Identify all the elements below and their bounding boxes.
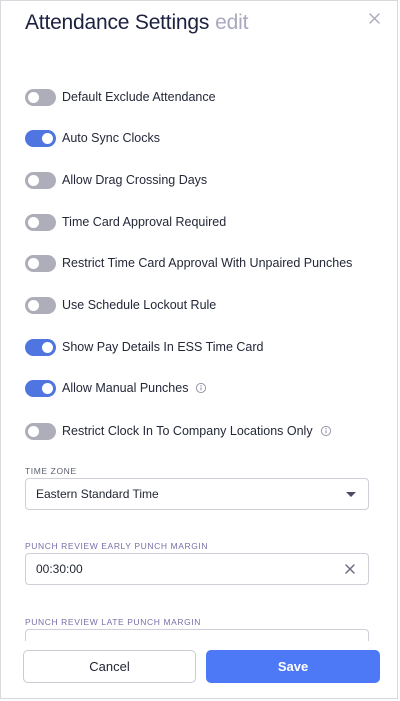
setting-row: Show Pay Details In ESS Time Card: [25, 337, 263, 357]
info-icon[interactable]: [195, 382, 207, 394]
early-margin-label: PUNCH REVIEW EARLY PUNCH MARGIN: [25, 541, 209, 551]
toggle-switch[interactable]: [25, 338, 56, 356]
toggle-knob: [28, 174, 39, 186]
setting-label: Allow Drag Crossing Days: [62, 173, 208, 187]
early-margin-value: 00:30:00: [36, 562, 83, 576]
setting-label: Allow Manual Punches: [62, 381, 189, 395]
toggle-knob: [42, 132, 53, 144]
setting-row: Restrict Time Card Approval With Unpaire…: [25, 253, 352, 273]
toggle-switch[interactable]: [25, 422, 56, 440]
dialog-title-text: Attendance Settings: [25, 11, 210, 34]
setting-label: Auto Sync Clocks: [62, 131, 160, 145]
attendance-settings-dialog: Attendance Settings edit Default Exclude …: [0, 0, 398, 699]
info-icon[interactable]: [320, 425, 332, 437]
toggle-knob: [28, 299, 39, 311]
time-zone-value: Eastern Standard Time: [36, 487, 159, 501]
toggle-switch[interactable]: [25, 129, 56, 147]
time-zone-select[interactable]: Eastern Standard Time: [25, 478, 369, 510]
setting-label: Show Pay Details In ESS Time Card: [62, 340, 264, 354]
toggle-knob: [28, 425, 39, 437]
close-icon[interactable]: [365, 9, 383, 27]
setting-label: Restrict Clock In To Company Locations O…: [62, 424, 313, 438]
toggle-switch[interactable]: [25, 379, 56, 397]
setting-row: Auto Sync Clocks: [25, 128, 160, 148]
setting-row: Use Schedule Lockout Rule: [25, 295, 216, 315]
setting-label: Time Card Approval Required: [62, 215, 227, 229]
setting-row: Allow Drag Crossing Days: [25, 170, 207, 190]
toggle-knob: [28, 257, 39, 269]
setting-label: Use Schedule Lockout Rule: [62, 298, 217, 312]
toggle-knob: [42, 382, 53, 394]
setting-row: Restrict Clock In To Company Locations O…: [25, 421, 332, 441]
save-button[interactable]: Save: [206, 650, 380, 683]
late-margin-label: PUNCH REVIEW LATE PUNCH MARGIN: [25, 617, 202, 627]
early-margin-input[interactable]: 00:30:00: [25, 553, 369, 585]
clear-icon[interactable]: [344, 563, 356, 575]
setting-label: Default Exclude Attendance: [62, 90, 216, 104]
toggle-switch[interactable]: [25, 213, 56, 231]
toggle-knob: [28, 91, 39, 103]
late-margin-input[interactable]: [25, 629, 369, 641]
toggle-switch[interactable]: [25, 296, 56, 314]
edit-label[interactable]: edit: [215, 11, 248, 34]
cancel-button[interactable]: Cancel: [23, 650, 196, 683]
setting-label: Restrict Time Card Approval With Unpaire…: [62, 256, 353, 270]
toggle-knob: [28, 216, 39, 228]
toggle-knob: [42, 341, 53, 353]
dropdown-arrow-icon[interactable]: [346, 491, 356, 497]
setting-row: Time Card Approval Required: [25, 212, 226, 232]
setting-row: Default Exclude Attendance: [25, 87, 216, 107]
dialog-title: Attendance Settings edit: [25, 11, 248, 35]
toggle-switch[interactable]: [25, 88, 56, 106]
time-zone-label: TIME ZONE: [25, 466, 77, 476]
toggle-switch[interactable]: [25, 254, 56, 272]
toggle-switch[interactable]: [25, 171, 56, 189]
setting-row: Allow Manual Punches: [25, 378, 207, 398]
